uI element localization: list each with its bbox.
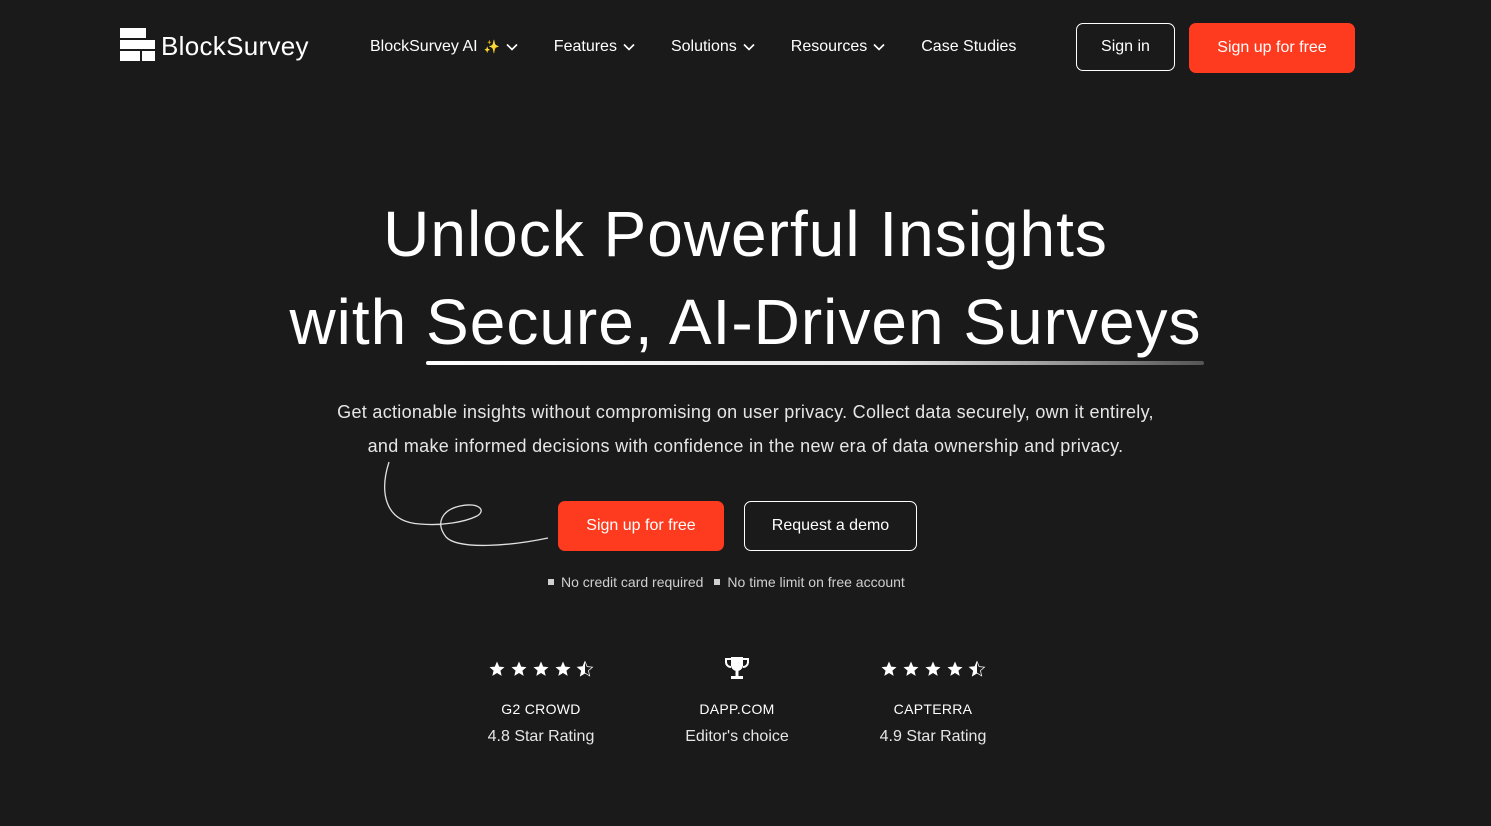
main-nav: BlockSurvey AI ✨ Features Solutions Reso… — [370, 38, 1052, 56]
nav-label: Features — [553, 38, 617, 55]
chevron-down-icon — [873, 43, 885, 51]
chevron-down-icon — [623, 43, 635, 51]
trophy-icon — [725, 657, 749, 679]
rating-g2-crowd: G2 CROWD 4.8 Star Rating — [441, 655, 641, 746]
half-star-icon — [968, 660, 986, 677]
sign-in-button[interactable]: Sign in — [1076, 23, 1175, 71]
chevron-down-icon — [743, 43, 755, 51]
note-item: No credit card required — [548, 574, 703, 590]
header-sign-up-button[interactable]: Sign up for free — [1189, 23, 1355, 73]
star-icon — [947, 661, 963, 676]
subtitle-line2: and make informed decisions with confide… — [367, 436, 1124, 456]
hero-subtitle: Get actionable insights without compromi… — [0, 395, 1491, 463]
rating-description: 4.9 Star Rating — [879, 728, 987, 745]
nav-item-blocksurvey-ai[interactable]: BlockSurvey AI ✨ — [370, 38, 518, 56]
logo-text: BlockSurvey — [161, 30, 309, 61]
star-icon — [489, 661, 505, 676]
hero-title-highlight: Secure, AI-Driven Surveys — [426, 285, 1204, 365]
nav-item-case-studies[interactable]: Case Studies — [921, 38, 1016, 56]
star-icon — [555, 661, 571, 676]
hero-sign-up-button[interactable]: Sign up for free — [558, 501, 724, 551]
nav-label: BlockSurvey AI — [370, 38, 478, 55]
highlight-underline — [426, 361, 1204, 365]
nav-label: Solutions — [670, 38, 737, 55]
hero-title-prefix: with — [289, 286, 427, 358]
signup-notes: No credit card required No time limit on… — [548, 574, 916, 590]
rating-description: Editor's choice — [685, 728, 789, 745]
bullet-icon — [714, 579, 721, 585]
nav-item-solutions[interactable]: Solutions — [671, 38, 755, 56]
stars-icon — [833, 655, 1033, 683]
rating-dapp: DAPP.COM Editor's choice — [637, 655, 837, 746]
star-icon — [881, 661, 897, 676]
star-icon — [533, 661, 549, 676]
star-icon — [903, 661, 919, 676]
brand-logo[interactable]: BlockSurvey — [120, 28, 309, 64]
request-demo-button[interactable]: Request a demo — [744, 501, 917, 551]
rating-source: DAPP.COM — [699, 701, 775, 717]
rating-source: G2 CROWD — [501, 701, 581, 717]
blocksurvey-logo-icon — [120, 28, 155, 64]
star-icon — [511, 661, 527, 676]
note-text: No time limit on free account — [727, 574, 905, 590]
hero-title-line2: with Secure, AI-Driven Surveys — [0, 285, 1491, 365]
subtitle-line1: Get actionable insights without compromi… — [337, 402, 1154, 422]
hero-title-line1: Unlock Powerful Insights — [383, 198, 1108, 270]
chevron-down-icon — [506, 43, 518, 51]
half-star-icon — [576, 660, 594, 677]
note-text: No credit card required — [561, 574, 704, 590]
note-item: No time limit on free account — [714, 574, 905, 590]
rating-description: 4.8 Star Rating — [487, 728, 595, 745]
nav-item-resources[interactable]: Resources — [791, 38, 885, 56]
stars-icon — [441, 655, 641, 683]
rating-capterra: CAPTERRA 4.9 Star Rating — [833, 655, 1033, 746]
decorative-squiggle-icon — [384, 461, 549, 547]
nav-item-features[interactable]: Features — [554, 38, 635, 56]
sparkle-icon: ✨ — [483, 39, 500, 54]
star-icon — [925, 661, 941, 676]
bullet-icon — [548, 579, 554, 585]
hero-highlight-text: Secure, AI-Driven Surveys — [426, 286, 1202, 358]
rating-source: CAPTERRA — [893, 701, 973, 717]
nav-label: Resources — [790, 38, 868, 55]
nav-label: Case Studies — [921, 38, 1017, 55]
